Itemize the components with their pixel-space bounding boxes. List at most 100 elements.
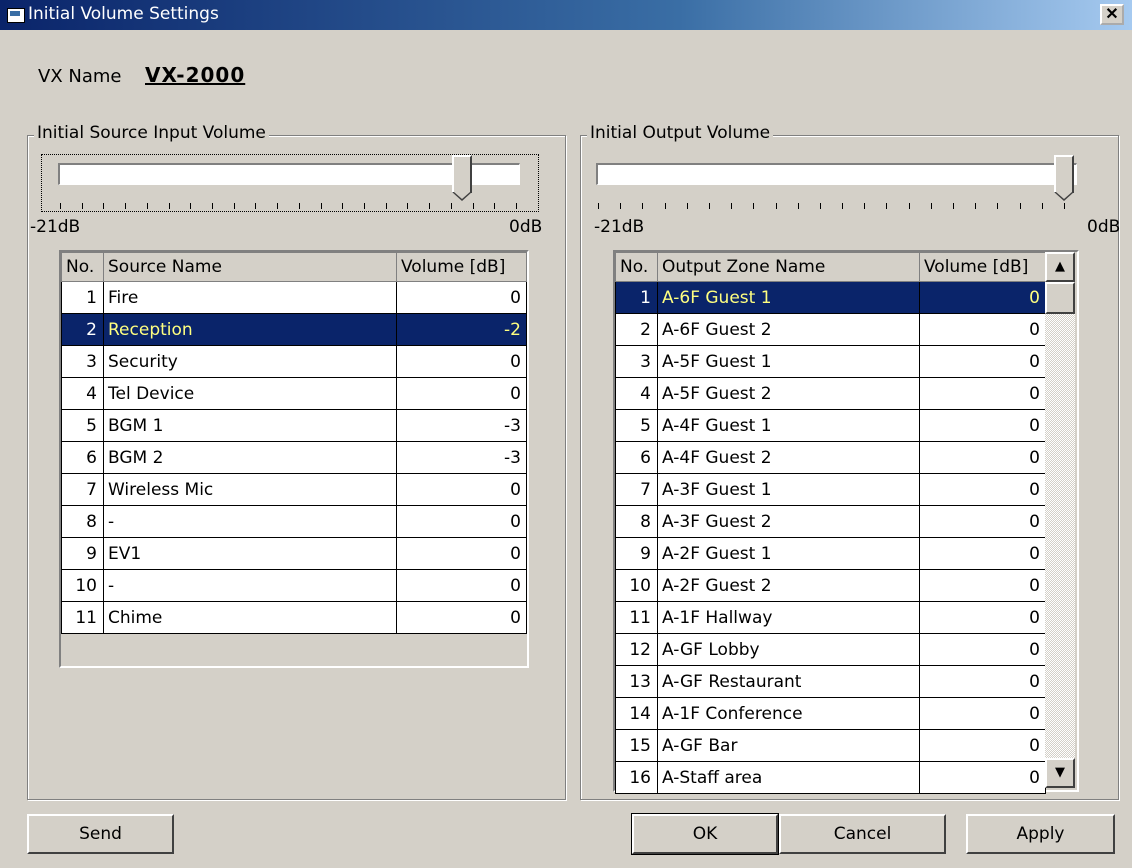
row-volume: 0 — [919, 697, 1046, 730]
column-header-source-name[interactable]: Source Name — [103, 252, 397, 282]
row-volume: -3 — [396, 441, 527, 474]
table-row[interactable]: 12 A-GF Lobby 0 — [615, 633, 1046, 666]
cancel-button[interactable]: Cancel — [779, 814, 946, 854]
scroll-thumb[interactable] — [1045, 282, 1075, 314]
table-row[interactable]: 9 EV1 0 — [61, 537, 527, 570]
table-row[interactable]: 2 A-6F Guest 20 — [615, 313, 1046, 346]
column-header-volume[interactable]: Volume [dB] — [919, 252, 1046, 282]
table-row[interactable]: 3 A-5F Guest 10 — [615, 345, 1046, 378]
row-number: 5 — [615, 409, 658, 442]
row-name: Reception — [103, 313, 397, 346]
row-name: Security — [103, 345, 397, 378]
table-row[interactable]: 10 A-2F Guest 20 — [615, 569, 1046, 602]
output-slider-min-label: -21dB — [594, 217, 645, 237]
column-header-no[interactable]: No. — [61, 252, 104, 282]
column-header-no[interactable]: No. — [615, 252, 658, 282]
row-name: Tel Device — [103, 377, 397, 410]
table-row[interactable]: 15 A-GF Bar 0 — [615, 729, 1046, 762]
table-row[interactable]: 1 Fire 0 — [61, 281, 527, 314]
table-row[interactable]: 3 Security 0 — [61, 345, 527, 378]
slider-tick — [277, 203, 279, 209]
column-header-output-zone-name[interactable]: Output Zone Name — [657, 252, 920, 282]
slider-tick — [60, 203, 61, 209]
table-row[interactable]: 6 BGM 2 -3 — [61, 441, 527, 474]
table-row[interactable]: 11 Chime 0 — [61, 601, 527, 634]
apply-button[interactable]: Apply — [966, 814, 1115, 854]
slider-tick — [472, 203, 474, 209]
table-row[interactable]: 13 A-GF Restaurant 0 — [615, 665, 1046, 698]
source-slider-thumb[interactable] — [451, 155, 472, 201]
row-number: 4 — [615, 377, 658, 410]
row-volume: 0 — [919, 729, 1046, 762]
row-name: BGM 2 — [103, 441, 397, 474]
slider-tick — [664, 203, 666, 209]
table-row[interactable]: 4 Tel Device 0 — [61, 377, 527, 410]
row-name: Chime — [103, 601, 397, 634]
slider-tick — [708, 203, 710, 209]
source-slider-ticks — [60, 203, 517, 211]
slider-tick — [146, 203, 148, 209]
table-row[interactable]: 5 A-4F Guest 10 — [615, 409, 1046, 442]
table-row[interactable]: 2 Reception -2 — [61, 313, 527, 346]
scroll-up-button[interactable]: ▲ — [1045, 252, 1075, 282]
row-name: - — [103, 505, 397, 538]
row-number: 16 — [615, 761, 658, 794]
table-row[interactable]: 8 A-3F Guest 20 — [615, 505, 1046, 538]
output-slider-track[interactable] — [596, 163, 1077, 185]
row-volume: 0 — [919, 665, 1046, 698]
row-volume: 0 — [396, 377, 527, 410]
table-row[interactable]: 7 A-3F Guest 10 — [615, 473, 1046, 506]
slider-tick — [342, 203, 344, 209]
column-header-volume[interactable]: Volume [dB] — [396, 252, 527, 282]
row-number: 7 — [61, 473, 104, 506]
send-button[interactable]: Send — [27, 814, 174, 854]
row-name: A-3F Guest 1 — [657, 473, 920, 506]
row-volume: 0 — [396, 281, 527, 314]
slider-tick — [686, 203, 688, 209]
table-row[interactable]: 10-0 — [61, 569, 527, 602]
row-name: EV1 — [103, 537, 397, 570]
table-row[interactable]: 9 A-2F Guest 10 — [615, 537, 1046, 570]
table-row[interactable]: 1 A-6F Guest 10 — [615, 281, 1046, 314]
table-row[interactable]: 7 Wireless Mic 0 — [61, 473, 527, 506]
output-slider-thumb[interactable] — [1054, 155, 1074, 201]
row-name: A-Staff area — [657, 761, 920, 794]
slider-tick — [1019, 203, 1021, 209]
table-row[interactable]: 16 A-Staff area 0 — [615, 761, 1046, 794]
scroll-down-button[interactable]: ▼ — [1045, 758, 1075, 788]
slider-tick — [908, 203, 910, 209]
row-name: Fire — [103, 281, 397, 314]
table-row[interactable]: 5 BGM 1 -3 — [61, 409, 527, 442]
row-name: - — [103, 569, 397, 602]
slider-tick — [886, 203, 888, 209]
table-row[interactable]: 11 A-1F Hallway 0 — [615, 601, 1046, 634]
row-number: 12 — [615, 633, 658, 666]
row-number: 10 — [61, 569, 104, 602]
row-volume: 0 — [919, 537, 1046, 570]
title-bar: Initial Volume Settings ✕ — [0, 0, 1132, 30]
source-slider-track[interactable] — [58, 163, 520, 185]
row-volume: 0 — [919, 441, 1046, 474]
row-volume: 0 — [396, 505, 527, 538]
table-row[interactable]: 8-0 — [61, 505, 527, 538]
row-name: A-6F Guest 1 — [657, 281, 920, 314]
slider-tick — [620, 203, 622, 209]
close-button[interactable]: ✕ — [1100, 4, 1124, 25]
row-volume: -2 — [396, 313, 527, 346]
slider-tick — [103, 203, 105, 209]
row-volume: 0 — [919, 345, 1046, 378]
row-number: 2 — [61, 313, 104, 346]
table-row[interactable]: 14 A-1F Conference 0 — [615, 697, 1046, 730]
row-volume: 0 — [919, 633, 1046, 666]
vx-name-value: VX-2000 — [145, 63, 246, 87]
table-row[interactable]: 4 A-5F Guest 20 — [615, 377, 1046, 410]
table-row[interactable]: 6 A-4F Guest 20 — [615, 441, 1046, 474]
row-volume: -3 — [396, 409, 527, 442]
row-volume: 0 — [919, 569, 1046, 602]
slider-tick — [429, 203, 431, 209]
row-name: A-5F Guest 1 — [657, 345, 920, 378]
output-table-scrollbar[interactable]: ▲ ▼ — [1045, 252, 1075, 788]
row-number: 9 — [615, 537, 658, 570]
ok-button[interactable]: OK — [631, 813, 779, 855]
slider-tick — [364, 203, 365, 209]
